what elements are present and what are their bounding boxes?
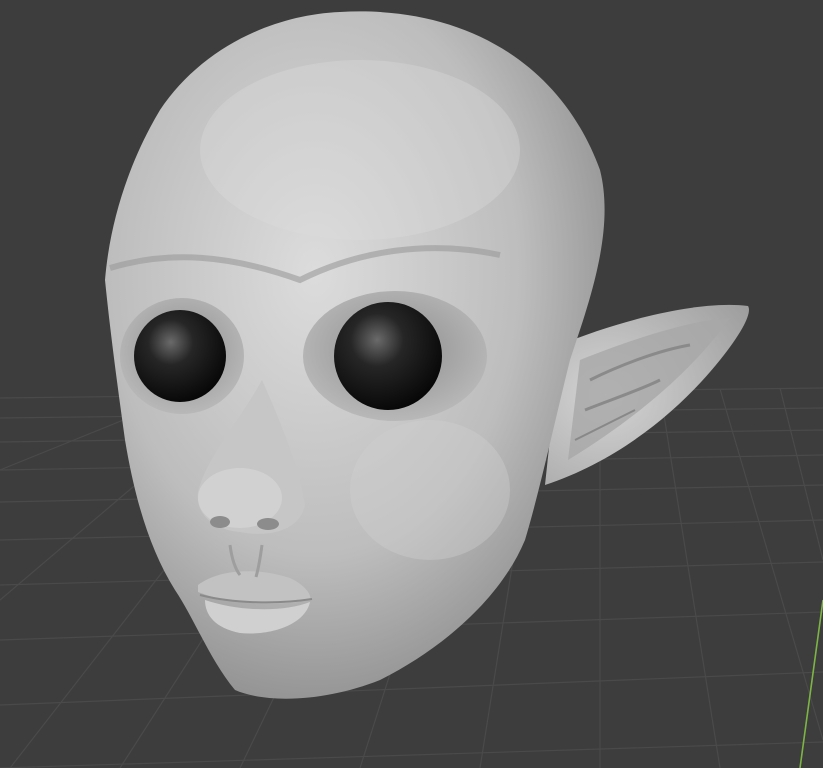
3d-viewport[interactable] <box>0 0 823 768</box>
left-eye[interactable] <box>134 310 226 402</box>
right-eye[interactable] <box>334 302 442 410</box>
viewport-canvas[interactable] <box>0 0 823 768</box>
